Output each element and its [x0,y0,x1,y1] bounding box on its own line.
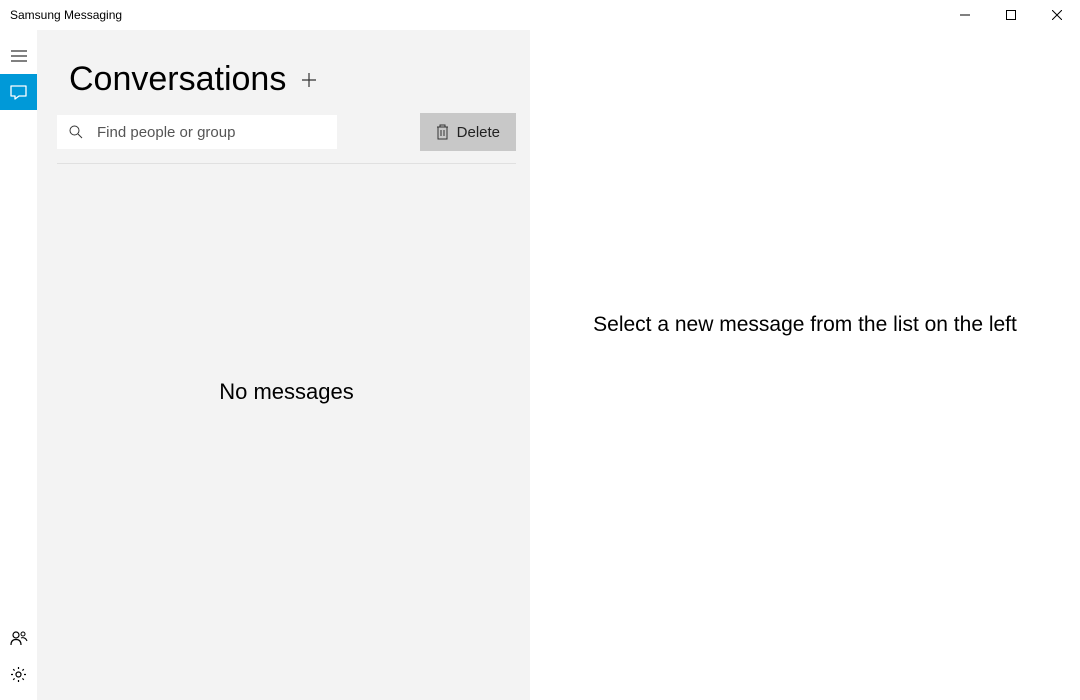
close-icon [1052,10,1062,20]
trash-icon [436,124,449,140]
new-conversation-button[interactable] [296,67,322,93]
maximize-icon [1006,10,1016,20]
panel-title: Conversations [69,60,286,99]
detail-placeholder: Select a new message from the list on th… [593,313,1017,337]
people-icon [10,630,28,646]
search-icon [69,125,83,139]
minimize-icon [960,10,970,20]
search-box[interactable] [57,115,337,149]
main-area: Conversations Delete No messages Select … [0,30,1080,700]
sidebar [0,30,37,700]
menu-button[interactable] [0,38,37,74]
chat-icon [10,85,27,100]
empty-state: No messages [57,164,516,700]
search-input[interactable] [97,124,325,141]
hamburger-icon [11,50,27,62]
window-controls [942,0,1080,30]
panel-toolbar: Delete [57,113,516,164]
plus-icon [301,72,317,88]
contacts-nav[interactable] [0,620,37,656]
titlebar: Samsung Messaging [0,0,1080,30]
settings-nav[interactable] [0,656,37,692]
conversations-nav[interactable] [0,74,37,110]
panel-header: Conversations [69,60,516,99]
delete-button[interactable]: Delete [420,113,516,151]
minimize-button[interactable] [942,0,988,30]
delete-label: Delete [457,124,500,141]
window-title: Samsung Messaging [10,8,122,22]
empty-message: No messages [219,379,354,405]
gear-icon [10,666,27,683]
conversations-panel: Conversations Delete No messages [37,30,530,700]
maximize-button[interactable] [988,0,1034,30]
detail-panel: Select a new message from the list on th… [530,30,1080,700]
close-button[interactable] [1034,0,1080,30]
